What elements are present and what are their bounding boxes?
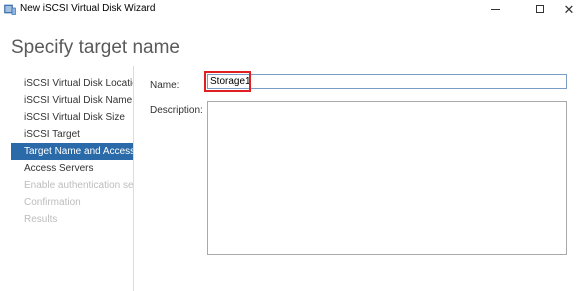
wizard-steps-nav: iSCSI Virtual Disk Location iSCSI Virtua… xyxy=(11,75,133,228)
name-label: Name: xyxy=(150,80,180,91)
title-bar: New iSCSI Virtual Disk Wizard ✕ xyxy=(0,0,583,18)
nav-item-access-servers[interactable]: Access Servers xyxy=(11,160,133,177)
nav-item-virtual-disk-name[interactable]: iSCSI Virtual Disk Name xyxy=(11,92,133,109)
description-label: Description: xyxy=(150,105,203,116)
minimize-icon xyxy=(490,8,500,10)
maximize-button[interactable] xyxy=(525,0,555,18)
target-name-input[interactable] xyxy=(207,74,567,89)
nav-divider xyxy=(133,66,134,291)
server-disk-icon xyxy=(4,4,16,15)
nav-item-results: Results xyxy=(24,214,58,225)
nav-item-enable-authentication: Enable authentication ser... xyxy=(24,180,133,191)
window-title: New iSCSI Virtual Disk Wizard xyxy=(20,3,156,14)
nav-item-virtual-disk-location[interactable]: iSCSI Virtual Disk Location xyxy=(11,75,133,92)
nav-item-confirmation: Confirmation xyxy=(24,197,81,208)
maximize-icon xyxy=(536,5,544,13)
nav-item-target-name-and-access[interactable]: Target Name and Access xyxy=(11,143,133,160)
page-title: Specify target name xyxy=(11,37,180,58)
nav-item-virtual-disk-size[interactable]: iSCSI Virtual Disk Size xyxy=(11,109,133,126)
minimize-button[interactable] xyxy=(480,0,510,18)
nav-item-iscsi-target[interactable]: iSCSI Target xyxy=(11,126,133,143)
highlight-box xyxy=(204,71,251,92)
close-button[interactable]: ✕ xyxy=(554,0,583,18)
description-textarea[interactable] xyxy=(207,101,567,255)
close-icon: ✕ xyxy=(563,1,575,17)
